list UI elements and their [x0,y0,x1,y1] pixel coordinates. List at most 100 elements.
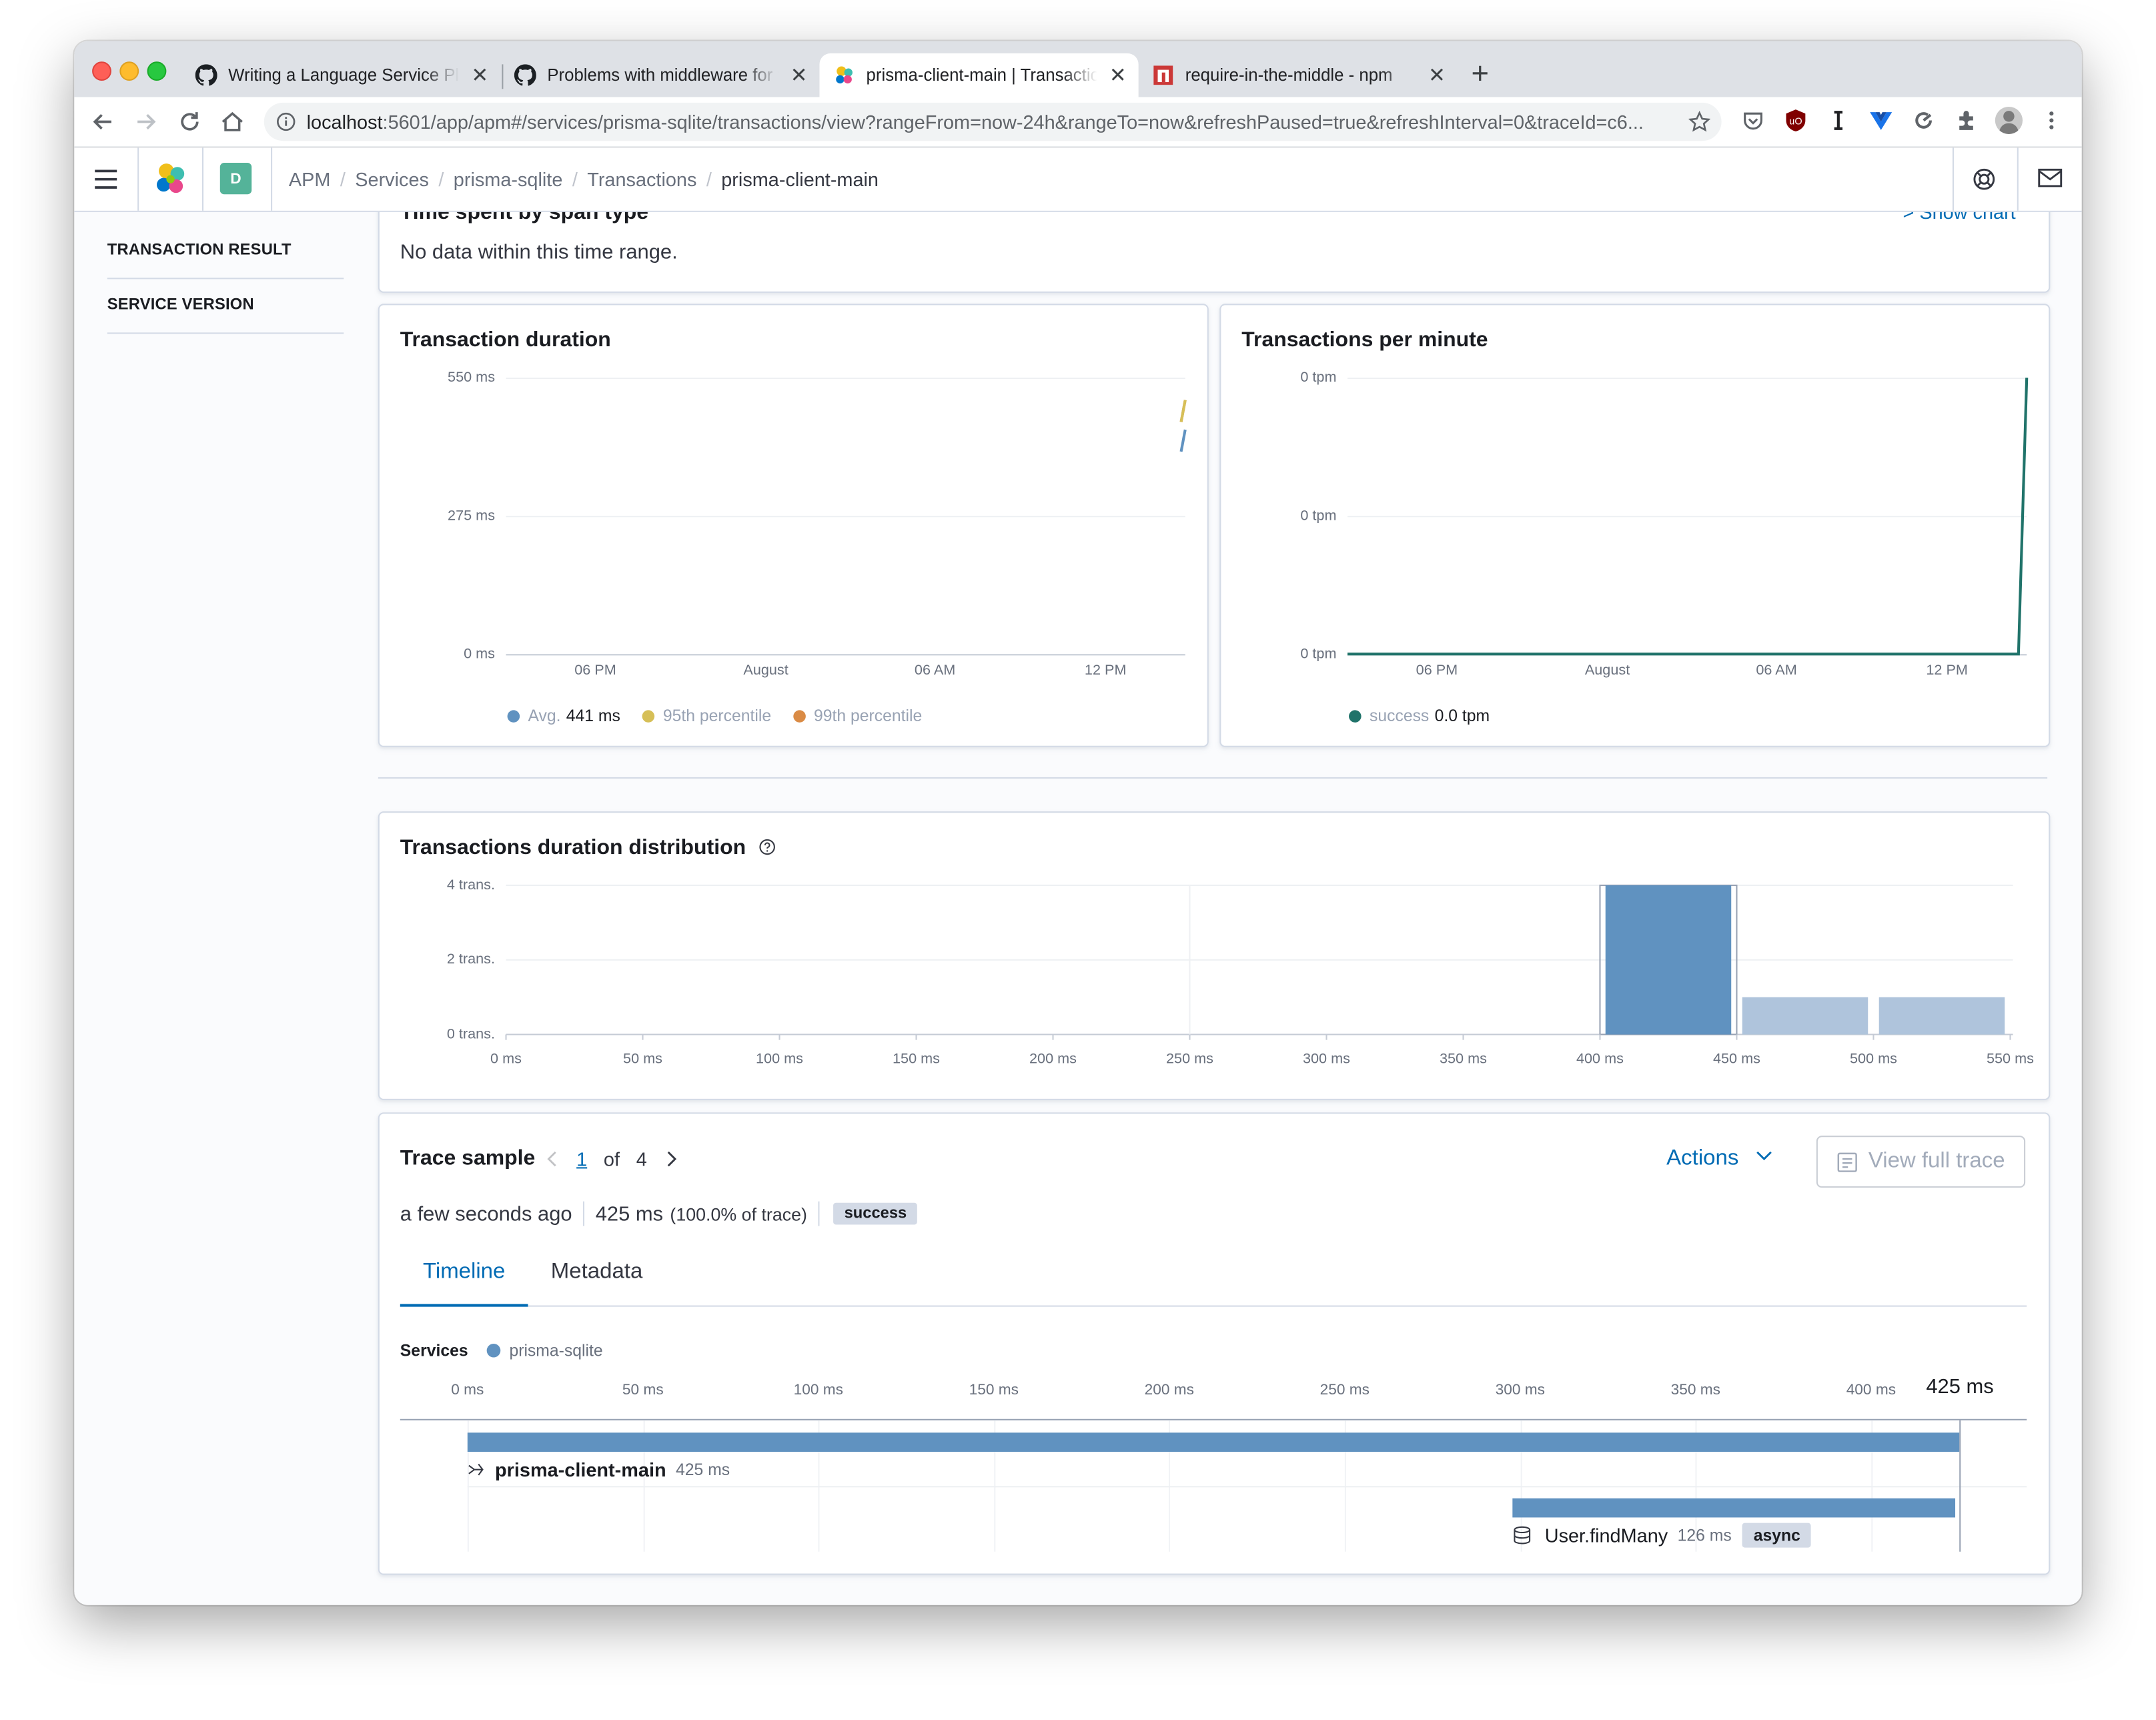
tab-title: Writing a Language Service Plugin [228,65,460,85]
close-tab-icon[interactable]: ✕ [789,63,808,87]
github-icon [514,64,536,86]
close-tab-icon[interactable]: ✕ [1108,63,1127,87]
span-label-prisma-client-main[interactable]: prisma-client-main 425 ms [468,1458,730,1480]
view-full-trace-button[interactable]: View full trace [1816,1136,2026,1188]
profile-avatar[interactable] [1995,106,2023,134]
close-tab-icon[interactable]: ✕ [1428,63,1447,87]
breadcrumb-separator: / [438,168,444,191]
show-chart-link[interactable]: > Show chart [1903,212,2015,223]
pocket-icon[interactable] [1740,108,1765,133]
sidebar-item-service-version[interactable]: SERVICE VERSION [107,297,344,314]
info-icon[interactable] [276,112,296,131]
elastic-logo-icon[interactable] [153,161,189,197]
legend-swatch-avg [507,709,520,722]
vue-devtools-icon[interactable] [1868,108,1893,133]
summary-divider [818,1201,820,1226]
tab-metadata[interactable]: Metadata [528,1245,666,1304]
forward-icon[interactable] [131,107,161,137]
x-tick-label: 100 ms [756,1051,803,1067]
actions-button[interactable]: Actions [1666,1147,1772,1172]
hamburger-menu-icon[interactable] [93,168,118,190]
address-bar[interactable]: localhost:5601/app/apm#/services/prisma-… [263,102,1722,141]
browser-toolbar: localhost:5601/app/apm#/services/prisma-… [74,97,2082,148]
legend-label-success[interactable]: success [1370,706,1429,725]
x-tick-label: 500 ms [1849,1051,1897,1067]
transaction-icon [468,1463,484,1476]
sidebar-divider [107,332,344,334]
timeline-tick-label: 400 ms [1846,1382,1897,1399]
breadcrumb-separator: / [572,168,578,191]
browser-tab-2[interactable]: Problems with middleware for tracing ✕ [500,53,819,97]
chevron-right-icon[interactable] [664,1150,678,1169]
timeline-tick-label: 150 ms [969,1382,1019,1399]
tab-timeline[interactable]: Timeline [400,1245,528,1307]
space-avatar[interactable]: D [219,163,252,195]
no-data-message: No data within this time range. [400,240,678,264]
histogram-bar [1742,997,1868,1035]
text-cursor-icon[interactable] [1826,108,1850,133]
reload-icon[interactable] [175,107,205,137]
breadcrumb-apm[interactable]: APM [289,168,331,190]
duration-chart-plot [1179,400,1187,452]
browser-tab-1[interactable]: Writing a Language Service Plugin ✕ [181,53,500,97]
home-icon[interactable] [217,107,247,137]
x-tick-label: 550 ms [1986,1051,2034,1067]
header-divider [137,147,139,211]
timeline-total: 425 ms [1926,1375,1994,1399]
services-label: Services [400,1340,468,1360]
close-window-button[interactable] [92,61,111,81]
timeline-tick-label: 0 ms [451,1382,484,1399]
sidebar-divider [107,278,344,280]
async-badge: async [1742,1523,1812,1548]
legend-swatch-p99 [793,709,806,722]
newsfeed-mail-icon[interactable] [2038,168,2063,189]
ublock-icon[interactable]: uO [1783,108,1808,133]
breadcrumb-service[interactable]: prisma-sqlite [454,168,563,190]
help-lifebuoy-icon[interactable] [1972,167,1997,191]
x-tick-label: 200 ms [1029,1051,1077,1067]
chevron-left-icon[interactable] [546,1150,560,1169]
new-tab-button[interactable]: + [1471,57,1489,90]
refresh-extension-icon[interactable] [1911,108,1936,133]
legend-label-p95[interactable]: 95th percentile [663,706,771,725]
breadcrumb-services[interactable]: Services [355,168,429,190]
bookmark-star-icon[interactable] [1688,111,1711,133]
legend-value-success: 0.0 tpm [1434,706,1490,725]
legend-label-p99[interactable]: 99th percentile [814,706,922,725]
service-name: prisma-sqlite [509,1340,603,1360]
svg-text:uO: uO [1789,117,1802,127]
legend-swatch-p95 [642,709,655,722]
header-divider [2017,147,2019,211]
show-chart-label: Show chart [1919,211,2016,224]
document-icon [1837,1152,1857,1172]
span-bar-prisma-client-main[interactable] [467,1432,1959,1452]
minimize-window-button[interactable] [119,61,139,81]
span-label-user-findmany[interactable]: User.findMany 126 ms async [1513,1523,1812,1548]
services-legend: Services prisma-sqlite [400,1341,603,1360]
space-initial: D [230,170,241,187]
span-bar-user-findmany[interactable] [1513,1498,1956,1518]
trace-page-number[interactable]: 1 [576,1148,587,1170]
url-text[interactable]: localhost:5601/app/apm#/services/prisma-… [307,111,1682,133]
trace-duration: 425 ms [595,1202,664,1226]
back-icon[interactable] [88,107,118,137]
x-tick-label: 0 ms [490,1051,522,1067]
header-divider [201,147,204,211]
section-divider [378,777,2048,779]
maximize-window-button[interactable] [147,61,167,81]
breadcrumb-transactions[interactable]: Transactions [587,168,696,190]
close-tab-icon[interactable]: ✕ [470,63,490,87]
timeline-tick-label: 350 ms [1670,1382,1721,1399]
span-type-title: Time spent by span type [400,211,649,225]
trace-sample-title: Trace sample [400,1146,536,1170]
trace-tabs: Timeline Metadata [400,1245,2027,1307]
tab-title: Problems with middleware for tracing [547,65,778,85]
extensions-puzzle-icon[interactable] [1954,108,1979,133]
header-divider [271,147,273,211]
npm-icon [1153,65,1173,85]
kebab-menu-icon[interactable] [2039,108,2064,133]
sidebar-item-transaction-result[interactable]: TRANSACTION RESULT [107,242,344,259]
browser-tab-4[interactable]: require-in-the-middle - npm ✕ [1139,53,1458,97]
span-duration: 425 ms [676,1460,730,1480]
browser-tab-3-active[interactable]: prisma-client-main | Transactions ✕ [819,53,1139,97]
